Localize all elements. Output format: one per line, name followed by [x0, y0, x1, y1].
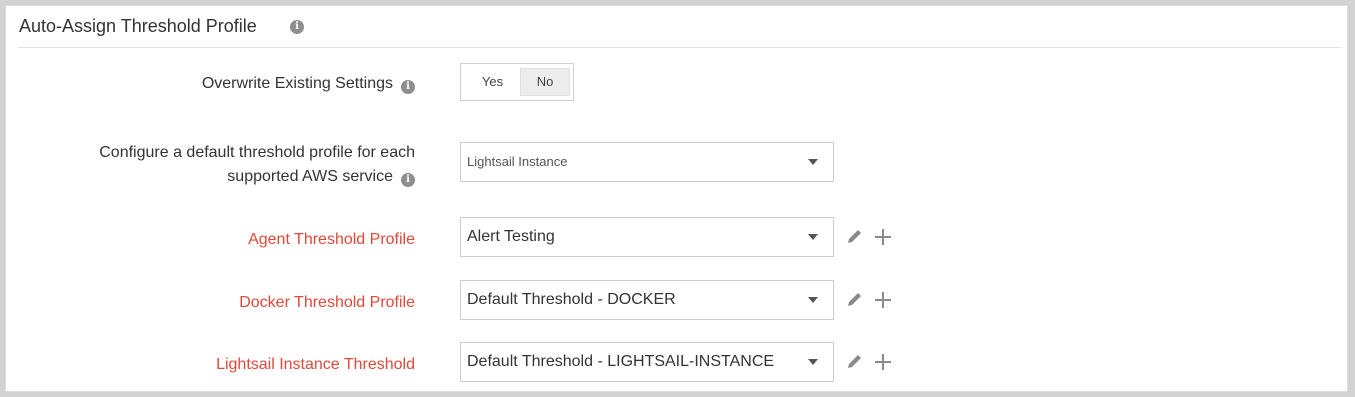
chevron-down-icon[interactable] — [808, 359, 818, 365]
lightsail-threshold-label: Lightsail Instance Threshold — [216, 356, 415, 373]
plus-icon[interactable] — [874, 353, 892, 371]
section-title: Auto-Assign Threshold Profile — [19, 16, 257, 36]
aws-service-select-value: Lightsail Instance — [467, 154, 568, 169]
lightsail-threshold-select[interactable]: Default Threshold - LIGHTSAIL-INSTANCE — [460, 342, 834, 382]
section-header: Auto-Assign Threshold Profile i — [18, 6, 1341, 48]
overwrite-label-row: Overwrite Existing Settings i — [202, 72, 415, 96]
toggle-no-option[interactable]: No — [520, 68, 570, 96]
agent-threshold-select[interactable]: Alert Testing — [460, 217, 834, 257]
default-profile-label-line1: Configure a default threshold profile fo… — [99, 144, 415, 161]
threshold-panel: Auto-Assign Threshold Profile i Overwrit… — [5, 5, 1348, 392]
default-profile-label-line2: supported AWS service — [227, 168, 393, 185]
docker-threshold-label: Docker Threshold Profile — [239, 294, 415, 311]
docker-threshold-select[interactable]: Default Threshold - DOCKER — [460, 280, 834, 320]
pencil-icon[interactable] — [846, 354, 864, 370]
overwrite-toggle[interactable]: Yes No — [460, 63, 574, 101]
lightsail-threshold-actions — [846, 342, 896, 382]
aws-service-select[interactable]: Lightsail Instance — [460, 142, 834, 182]
pencil-icon[interactable] — [846, 292, 864, 308]
agent-threshold-actions — [846, 217, 896, 257]
toggle-yes-option[interactable]: Yes — [465, 68, 520, 96]
pencil-icon[interactable] — [846, 229, 864, 245]
plus-icon[interactable] — [874, 228, 892, 246]
chevron-down-icon[interactable] — [808, 297, 818, 303]
info-icon[interactable]: i — [290, 20, 304, 34]
agent-threshold-select-value: Alert Testing — [467, 228, 555, 245]
chevron-down-icon[interactable] — [808, 234, 818, 240]
agent-threshold-label: Agent Threshold Profile — [248, 231, 415, 248]
chevron-down-icon[interactable] — [808, 159, 818, 165]
plus-icon[interactable] — [874, 291, 892, 309]
info-icon[interactable]: i — [401, 80, 415, 94]
default-profile-label-row: Configure a default threshold profile fo… — [99, 141, 415, 189]
lightsail-threshold-select-value: Default Threshold - LIGHTSAIL-INSTANCE — [467, 353, 775, 370]
info-icon[interactable]: i — [401, 173, 415, 187]
overwrite-label: Overwrite Existing Settings — [201, 75, 393, 92]
docker-threshold-actions — [846, 280, 896, 320]
docker-threshold-select-value: Default Threshold - DOCKER — [467, 291, 676, 308]
